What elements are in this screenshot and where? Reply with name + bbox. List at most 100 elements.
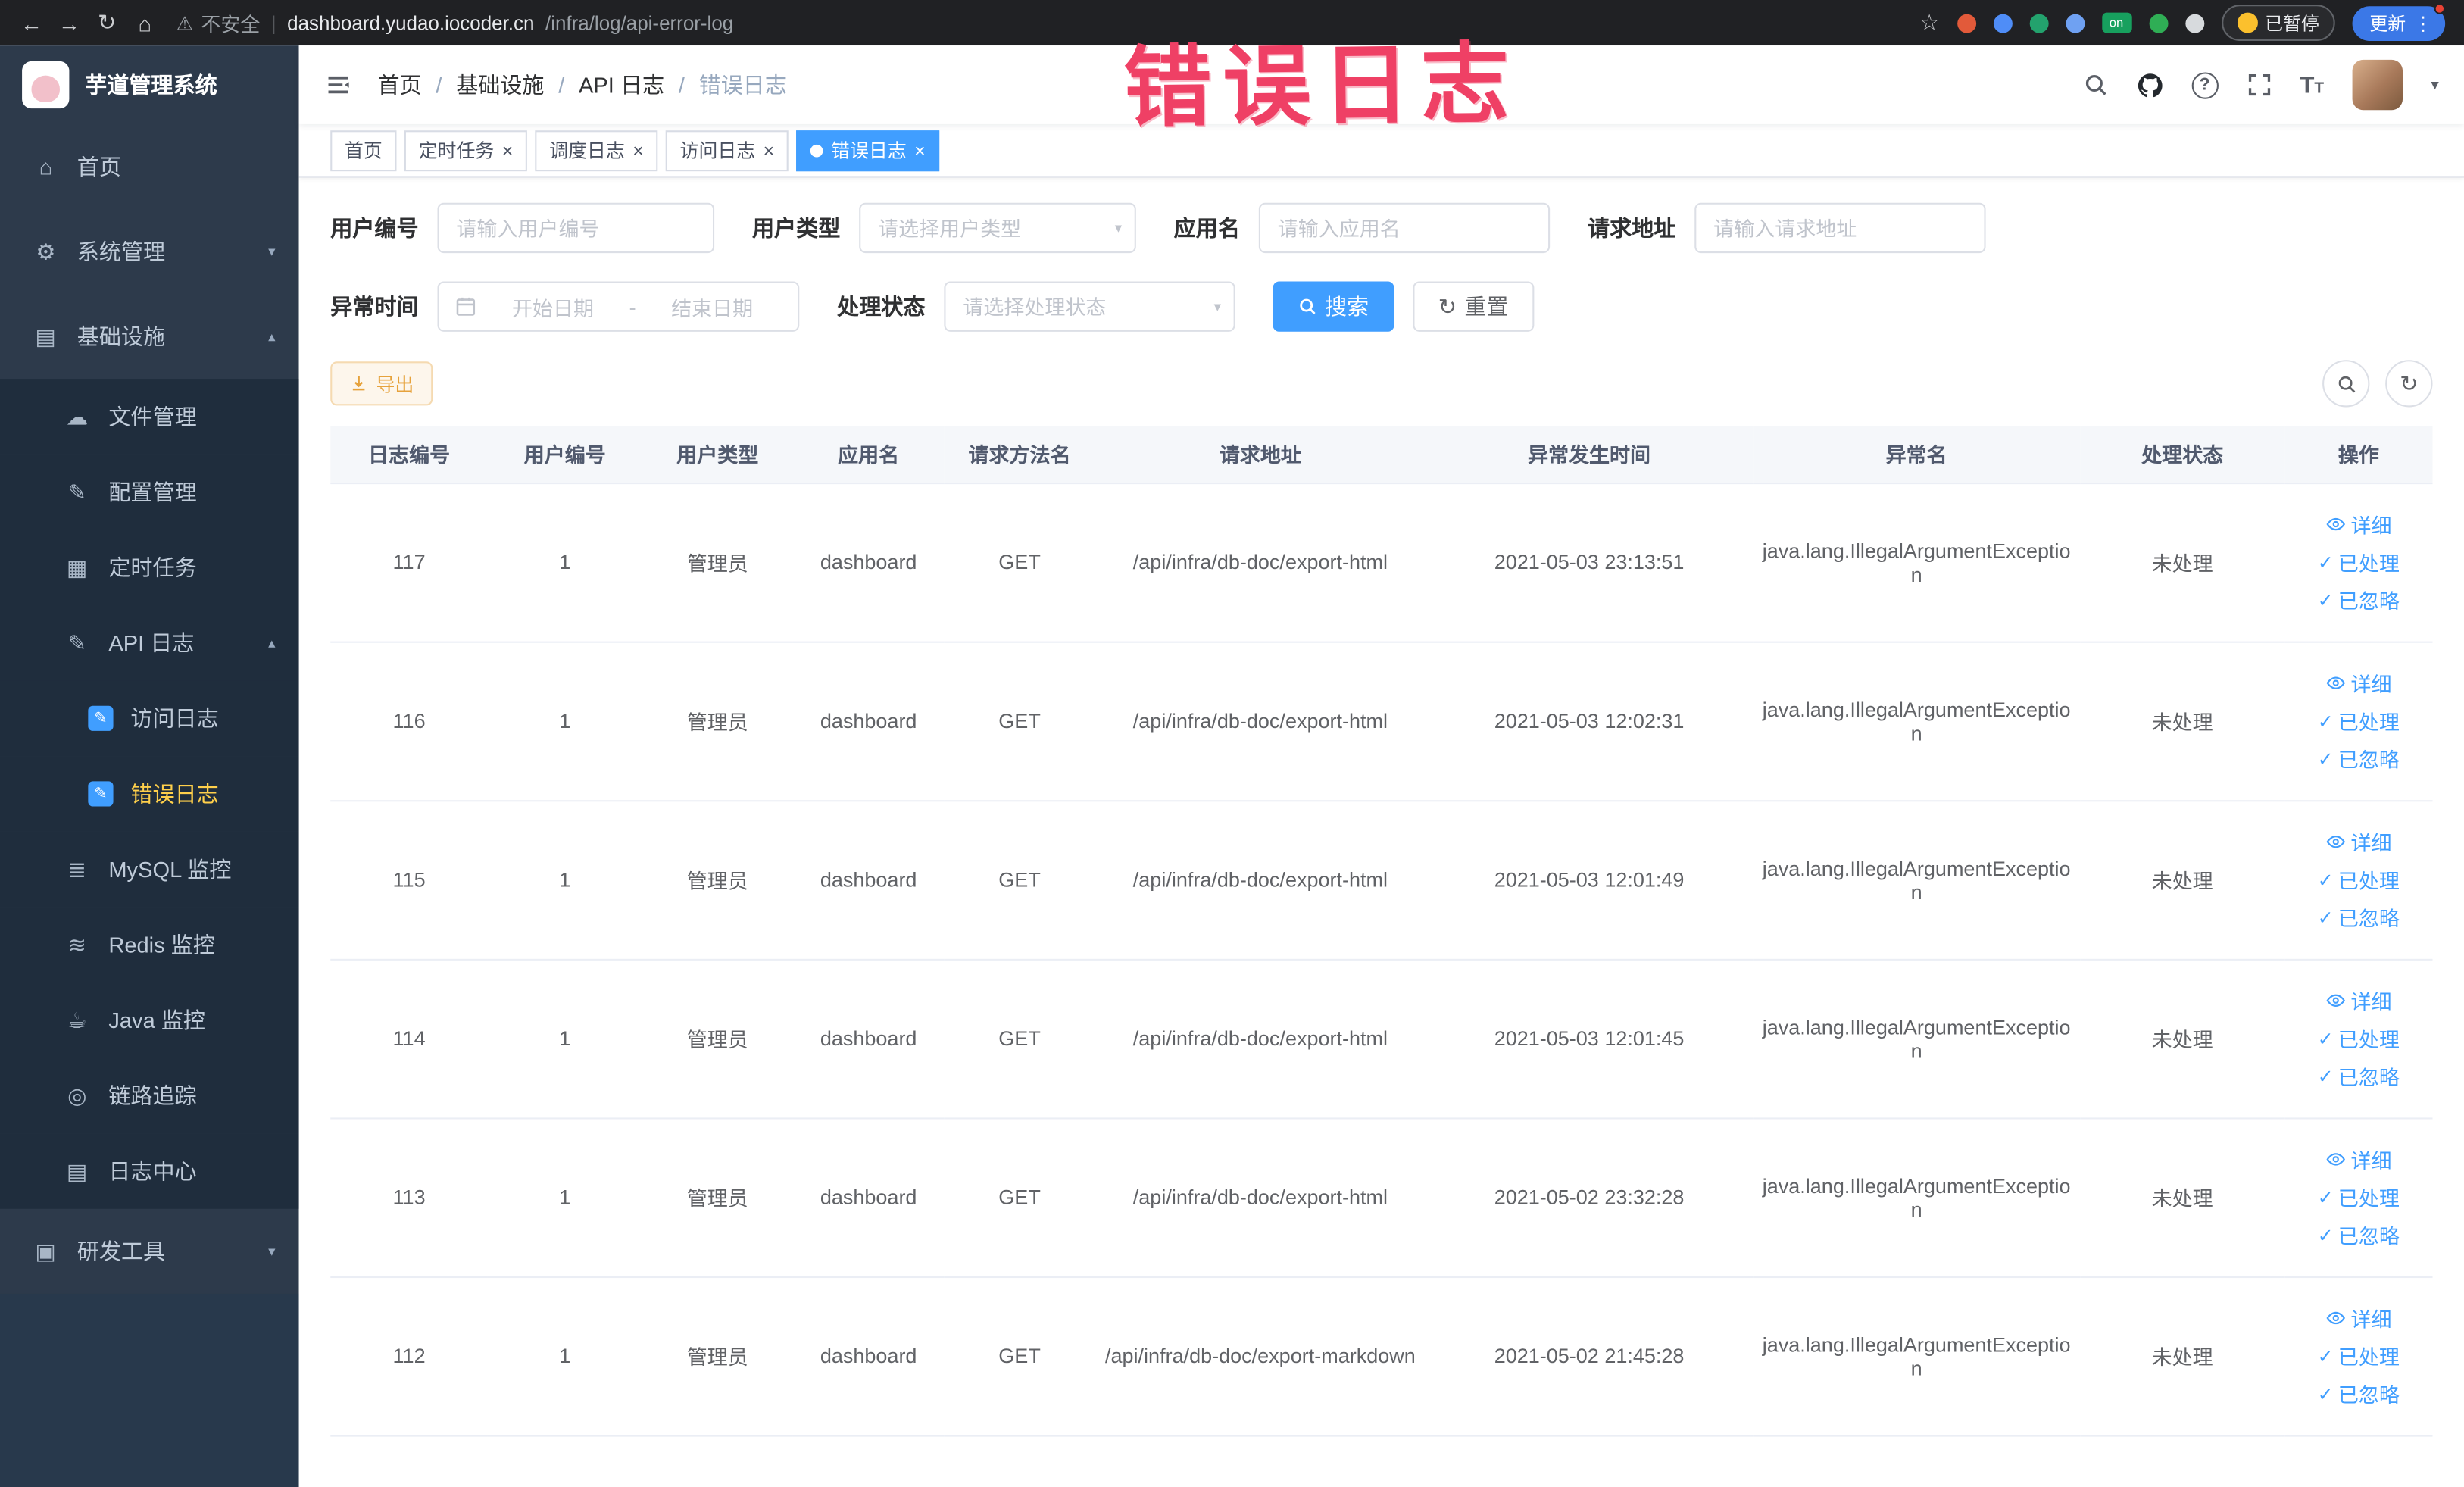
search-icon[interactable] [2083, 72, 2108, 97]
document-icon: ▤ [67, 1157, 88, 1183]
sidebar-item-redis[interactable]: ≋ Redis 监控 [0, 907, 299, 982]
sidebar-item-java[interactable]: ☕ Java 监控 [0, 982, 299, 1058]
refresh-button[interactable]: ↻ [2385, 360, 2433, 408]
kebab-menu-icon[interactable]: ⋮ [2414, 12, 2433, 34]
close-icon[interactable]: × [632, 141, 644, 160]
search-icon [1300, 298, 1316, 314]
sidebar-item-error-log[interactable]: ✎ 错误日志 [0, 756, 299, 832]
sidebar-item-trace[interactable]: ◎ 链路追踪 [0, 1057, 299, 1134]
cell-exception-name: java.lang.IllegalArgumentException [1753, 1117, 2081, 1278]
action-label: 详细 [2350, 831, 2392, 855]
tab-job[interactable]: 定时任务 × [404, 130, 527, 171]
action-ignored[interactable]: ✓ 已忽略 [2318, 741, 2400, 776]
app-name-input[interactable] [1258, 202, 1551, 254]
fullscreen-icon[interactable] [2247, 72, 2272, 97]
cell-exception-time: 2021-05-03 23:13:51 [1426, 483, 1754, 642]
close-icon[interactable]: × [914, 141, 926, 160]
action-processed[interactable]: ✓ 已处理 [2318, 1339, 2400, 1373]
extension-on-badge[interactable]: on [2101, 12, 2131, 33]
close-icon[interactable]: × [764, 141, 775, 160]
breadcrumb-item[interactable]: 基础设施 [456, 69, 544, 101]
error-log-table: 日志编号 用户编号 用户类型 应用名 请求方法名 请求地址 异常发生时间 异常名… [330, 426, 2433, 1436]
forward-icon[interactable]: → [50, 10, 88, 35]
extension-icon[interactable] [2148, 13, 2168, 33]
request-url-input[interactable] [1694, 202, 1986, 254]
action-detail[interactable]: 详细 [2325, 983, 2391, 1018]
action-ignored[interactable]: ✓ 已忽略 [2318, 900, 2400, 935]
avatar[interactable] [2352, 59, 2403, 111]
sidebar-item-access-log[interactable]: ✎ 访问日志 [0, 680, 299, 757]
reset-button[interactable]: ↻ 重置 [1413, 281, 1534, 332]
action-processed[interactable]: ✓ 已处理 [2318, 545, 2400, 579]
sidebar-item-dev-tools[interactable]: ▣ 研发工具 ▾ [0, 1209, 299, 1294]
action-ignored[interactable]: ✓ 已忽略 [2318, 1217, 2400, 1252]
action-label: 已忽略 [2338, 1224, 2400, 1248]
action-detail[interactable]: 详细 [2325, 666, 2391, 701]
security-chip[interactable]: ⚠ 不安全 [176, 8, 261, 37]
sidebar-item-infra[interactable]: ▤ 基础设施 ▴ [0, 294, 299, 379]
browser-home-icon[interactable]: ⌂ [126, 10, 164, 35]
extension-icon[interactable] [1957, 13, 1976, 33]
action-processed[interactable]: ✓ 已处理 [2318, 1179, 2400, 1214]
action-detail[interactable]: 详细 [2325, 1301, 2391, 1335]
eye-icon [2326, 994, 2345, 1007]
action-processed[interactable]: ✓ 已处理 [2318, 1021, 2400, 1056]
cell-log-id: 117 [330, 483, 488, 642]
github-icon[interactable] [2136, 71, 2163, 98]
font-size-icon[interactable]: TT [2300, 71, 2324, 98]
action-detail[interactable]: 详细 [2325, 1142, 2391, 1177]
chevron-down-icon[interactable]: ▾ [2431, 77, 2438, 94]
search-toggle-button[interactable] [2322, 360, 2370, 408]
edit-box-icon: ✎ [88, 705, 114, 731]
check-icon: ✓ [2317, 747, 2334, 770]
logo-row[interactable]: 芋道管理系统 [0, 45, 299, 124]
extension-icon[interactable] [2028, 13, 2048, 33]
breadcrumb-item[interactable]: API 日志 [579, 69, 664, 101]
sidebar-item-file[interactable]: ☁ 文件管理 [0, 379, 299, 455]
tab-home[interactable]: 首页 [330, 130, 397, 171]
tab-access-log[interactable]: 访问日志 × [665, 130, 789, 171]
sidebar-item-mysql[interactable]: ≣ MySQL 监控 [0, 831, 299, 908]
export-button[interactable]: 导出 [330, 361, 433, 406]
address-bar[interactable]: ⚠ 不安全 | dashboard.yudao.iocoder.cn/infra… [176, 8, 1920, 37]
action-ignored[interactable]: ✓ 已忽略 [2318, 583, 2400, 617]
action-ignored[interactable]: ✓ 已忽略 [2318, 1376, 2400, 1411]
action-detail[interactable]: 详细 [2325, 507, 2391, 542]
action-detail[interactable]: 详细 [2325, 824, 2391, 859]
extension-icon[interactable] [2184, 13, 2204, 33]
col-method: 请求方法名 [944, 426, 1095, 484]
close-icon[interactable]: × [502, 141, 514, 160]
tab-job-log[interactable]: 调度日志 × [535, 130, 658, 171]
sidebar-item-home[interactable]: ⌂ 首页 [0, 124, 299, 209]
sidebar-item-job[interactable]: ▦ 定时任务 [0, 530, 299, 605]
check-icon: ✓ [2317, 1027, 2334, 1050]
reload-icon[interactable]: ↻ [88, 9, 126, 36]
update-button[interactable]: 更新 ⋮ [2352, 2, 2446, 40]
paused-chip[interactable]: 已暂停 [2221, 5, 2335, 41]
process-status-select[interactable] [944, 281, 1235, 332]
hamburger-icon[interactable] [324, 70, 352, 98]
breadcrumb-item[interactable]: 首页 [378, 69, 422, 101]
sidebar-item-api-log[interactable]: ✎ API 日志 ▴ [0, 604, 299, 681]
chevron-down-icon: ▾ [268, 242, 276, 259]
timer-icon: ▦ [67, 554, 88, 579]
sidebar-item-config[interactable]: ✎ 配置管理 [0, 454, 299, 530]
sidebar-item-system[interactable]: ⚙ 系统管理 ▾ [0, 209, 299, 294]
back-icon[interactable]: ← [13, 10, 51, 35]
user-id-input[interactable] [437, 202, 715, 254]
action-processed[interactable]: ✓ 已处理 [2318, 704, 2400, 739]
tab-error-log[interactable]: 错误日志 × [796, 130, 940, 171]
user-type-select[interactable] [859, 202, 1136, 254]
extension-icon[interactable] [2065, 13, 2085, 33]
sidebar-item-log-center[interactable]: ▤ 日志中心 [0, 1133, 299, 1209]
search-button[interactable]: 搜索 [1273, 281, 1394, 332]
action-processed[interactable]: ✓ 已处理 [2318, 862, 2400, 897]
bookmark-star-icon[interactable]: ☆ [1919, 9, 1939, 36]
date-range-input[interactable]: 开始日期 - 结束日期 [437, 281, 800, 332]
filter-exception-time: 异常时间 开始日期 - 结束日期 [330, 281, 800, 332]
update-label: 更新 [2369, 14, 2406, 34]
gear-icon: ⚙ [36, 238, 56, 264]
help-icon[interactable]: ? [2191, 71, 2219, 98]
extension-icon[interactable] [1992, 13, 2012, 33]
action-ignored[interactable]: ✓ 已忽略 [2318, 1059, 2400, 1094]
